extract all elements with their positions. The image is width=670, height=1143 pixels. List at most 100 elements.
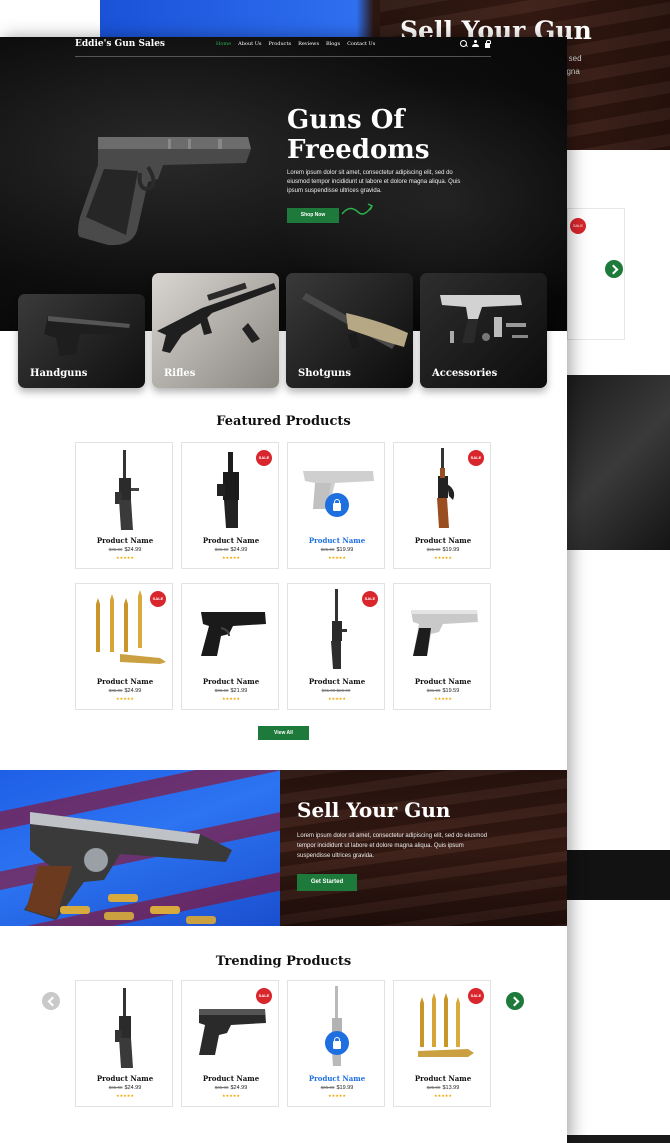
background-dark-image xyxy=(567,375,670,550)
product-price: $31.99 $25.00 xyxy=(288,688,386,694)
product-name[interactable]: Product Name xyxy=(394,1074,492,1083)
pistol-product-image xyxy=(201,612,266,656)
old-price: $31.99 $25.00 xyxy=(321,688,351,693)
old-price: $35.00 xyxy=(108,547,123,552)
product-card[interactable]: Product Name $25.00 $19.99 ★★★★★ xyxy=(287,980,385,1107)
rifle-product-image xyxy=(115,988,133,1068)
product-name[interactable]: Product Name xyxy=(182,677,280,686)
product-price: $25.00 $13.99 xyxy=(394,1085,492,1091)
trending-products-title: Trending Products xyxy=(215,954,352,969)
sale-badge: SALE xyxy=(468,450,484,466)
category-label: Shotguns xyxy=(298,368,351,379)
product-card[interactable]: SALE Product Name $31.99 $25.00 ★★★★★ xyxy=(287,583,385,710)
hero-title: Guns Of Freedoms xyxy=(287,105,430,165)
rating-stars: ★★★★★ xyxy=(116,696,134,701)
product-price: $35.00 $24.99 xyxy=(76,1085,174,1091)
rating-stars: ★★★★★ xyxy=(434,1093,452,1098)
product-name[interactable]: Product Name xyxy=(288,1074,386,1083)
product-card[interactable]: SALE Product Name $25.00 $19.99 ★★★★★ xyxy=(393,442,491,569)
cart-icon[interactable] xyxy=(484,40,491,48)
rifle-product-image xyxy=(331,589,347,669)
current-price: $19.99 xyxy=(442,547,460,553)
sale-badge: SALE xyxy=(256,988,272,1004)
category-label: Rifles xyxy=(164,368,196,379)
product-card[interactable]: Product Name $25.00 $19.99 ★★★★★ xyxy=(287,442,385,569)
background-sale-badge: SALE xyxy=(570,218,586,234)
product-name[interactable]: Product Name xyxy=(394,536,492,545)
old-price: $25.00 xyxy=(426,1085,441,1090)
carousel-next-icon[interactable] xyxy=(506,992,524,1010)
nav-icons xyxy=(460,40,491,48)
product-price: $35.00 $24.99 xyxy=(182,547,280,553)
sale-badge: SALE xyxy=(256,450,272,466)
rating-stars: ★★★★★ xyxy=(116,555,134,560)
search-icon[interactable] xyxy=(460,40,467,48)
old-price: $35.00 xyxy=(108,1085,123,1090)
product-name[interactable]: Product Name xyxy=(288,536,386,545)
product-name[interactable]: Product Name xyxy=(394,677,492,686)
menu-item-about-us[interactable]: About Us xyxy=(238,41,261,47)
sale-badge: SALE xyxy=(468,988,484,1004)
get-started-button[interactable]: Get Started xyxy=(297,874,357,891)
rating-stars: ★★★★★ xyxy=(434,555,452,560)
product-card[interactable]: SALE Product Name $35.00 $24.99 ★★★★★ xyxy=(75,583,173,710)
old-price: $35.00 xyxy=(108,688,123,693)
old-price: $25.00 xyxy=(426,547,441,552)
menu-item-home[interactable]: Home xyxy=(216,41,231,47)
background-next-arrow-icon xyxy=(605,260,623,278)
rifle-product-image xyxy=(331,986,342,1066)
current-price: $13.99 xyxy=(442,1085,460,1091)
product-name[interactable]: Product Name xyxy=(182,536,280,545)
old-price: $35.00 xyxy=(214,1085,229,1090)
old-price: $31.99 xyxy=(426,688,441,693)
menu-item-blogs[interactable]: Blogs xyxy=(326,41,340,47)
category-tile-shotguns[interactable]: Shotguns xyxy=(286,273,413,388)
product-card[interactable]: SALE Product Name $25.00 $13.99 ★★★★★ xyxy=(393,980,491,1107)
product-card[interactable]: SALE Product Name $35.00 $24.99 ★★★★★ xyxy=(181,442,279,569)
menu-item-contact-us[interactable]: Contact Us xyxy=(347,41,375,47)
site-logo[interactable]: Eddie's Gun Sales xyxy=(75,39,165,49)
add-to-cart-icon[interactable] xyxy=(325,493,349,517)
old-price: $25.00 xyxy=(320,547,335,552)
product-price: $35.00 $24.99 xyxy=(182,1085,280,1091)
user-icon[interactable] xyxy=(472,40,479,48)
product-image xyxy=(182,584,280,676)
category-tiles: Handguns Rifles Shotguns Accessories xyxy=(18,273,548,388)
category-tile-rifles[interactable]: Rifles xyxy=(152,273,279,388)
product-card[interactable]: Product Name $35.00 $24.99 ★★★★★ xyxy=(75,980,173,1107)
shop-now-button[interactable]: Shop Now xyxy=(287,208,339,223)
product-card[interactable]: Product Name $31.99 $19.59 ★★★★★ xyxy=(393,583,491,710)
product-price: $35.00 $24.99 xyxy=(76,547,174,553)
product-name[interactable]: Product Name xyxy=(76,677,174,686)
product-price: $31.99 $19.59 xyxy=(394,688,492,694)
menu-item-products[interactable]: Products xyxy=(269,41,292,47)
product-price: $25.00 $19.99 xyxy=(288,1085,386,1091)
current-price: $19.99 xyxy=(336,1085,354,1091)
product-name[interactable]: Product Name xyxy=(182,1074,280,1083)
product-name[interactable]: Product Name xyxy=(288,677,386,686)
add-to-cart-icon[interactable] xyxy=(325,1031,349,1055)
product-card[interactable]: Product Name $35.00 $24.99 ★★★★★ xyxy=(75,442,173,569)
product-image xyxy=(288,443,386,535)
menu-item-reviews[interactable]: Reviews xyxy=(298,41,319,47)
product-card[interactable]: SALE Product Name $35.00 $24.99 ★★★★★ xyxy=(181,980,279,1107)
rating-stars: ★★★★★ xyxy=(222,555,240,560)
product-card[interactable]: Product Name $35.00 $21.99 ★★★★★ xyxy=(181,583,279,710)
sell-banner-image xyxy=(0,770,338,926)
current-price: $24.99 xyxy=(230,547,248,553)
view-all-button[interactable]: View All xyxy=(258,726,309,740)
main-menu: Home About Us Products Reviews Blogs Con… xyxy=(216,41,375,47)
product-name[interactable]: Product Name xyxy=(76,1074,174,1083)
hero-description: Lorem ipsum dolor sit amet, consectetur … xyxy=(287,170,461,194)
product-name[interactable]: Product Name xyxy=(76,536,174,545)
rating-stars: ★★★★★ xyxy=(222,1093,240,1098)
featured-products-title: Featured Products xyxy=(216,414,351,429)
product-price: $35.00 $21.99 xyxy=(182,688,280,694)
category-tile-accessories[interactable]: Accessories xyxy=(420,273,547,388)
category-tile-handguns[interactable]: Handguns xyxy=(18,294,145,388)
rating-stars: ★★★★★ xyxy=(116,1093,134,1098)
background-dark-band xyxy=(567,850,670,900)
carousel-prev-icon[interactable] xyxy=(42,992,60,1010)
rifle-product-image xyxy=(217,452,239,528)
product-price: $25.00 $19.99 xyxy=(288,547,386,553)
